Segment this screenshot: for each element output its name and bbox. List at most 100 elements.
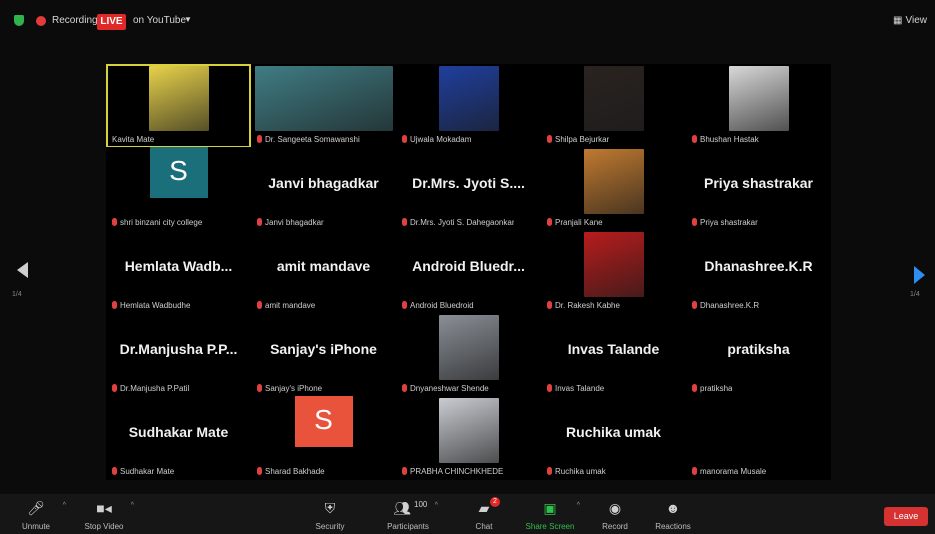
participant-tile[interactable]: Priya shastrakar Priya shastrakar xyxy=(686,147,831,231)
participant-name: Dr. Sangeeta Somawanshi xyxy=(265,135,360,144)
security-button[interactable]: ⛨ Security xyxy=(298,494,362,534)
participant-tile[interactable]: Dr. Sangeeta Somawanshi xyxy=(251,64,396,148)
participant-name-label: Ruchika umak xyxy=(547,467,606,476)
page-indicator-left: 1/4 xyxy=(12,291,22,298)
meeting-toolbar: 🎤︎ ^ Unmute ■◂ ^ Stop Video ⛨ Security 👥… xyxy=(0,494,935,534)
participant-name: Sudhakar Mate xyxy=(120,467,175,476)
muted-microphone-icon xyxy=(112,384,117,392)
participant-name: Hemlata Wadbudhe xyxy=(120,301,191,310)
chevron-up-icon[interactable]: ^ xyxy=(435,502,438,509)
chevron-up-icon[interactable]: ^ xyxy=(577,502,580,509)
participant-tile[interactable]: Shilpa Bejurkar xyxy=(541,64,686,148)
participant-tile[interactable]: Sanjay's iPhone Sanjay's iPhone xyxy=(251,313,396,397)
previous-page-arrow-icon[interactable] xyxy=(17,262,28,278)
participant-tile[interactable]: Dr. Rakesh Kabhe xyxy=(541,230,686,314)
participant-name: Priya shastrakar xyxy=(700,218,758,227)
participant-video xyxy=(583,232,644,297)
participant-name-label: Dnyaneshwar Shende xyxy=(402,384,489,393)
participant-display-name: Sudhakar Mate xyxy=(128,424,229,440)
participant-tile[interactable]: Sshri binzani city college xyxy=(106,147,251,231)
participant-tile[interactable]: Invas Talande Invas Talande xyxy=(541,313,686,397)
stop-video-button[interactable]: ■◂ ^ Stop Video xyxy=(72,494,136,534)
participant-name: Dr.Manjusha P.Patil xyxy=(120,384,190,393)
muted-microphone-icon xyxy=(112,218,117,226)
participant-tile[interactable]: Ruchika umak Ruchika umak xyxy=(541,396,686,480)
muted-microphone-icon xyxy=(112,301,117,309)
participant-display-name: Priya shastrakar xyxy=(704,175,813,191)
participant-name: shri binzani city college xyxy=(120,218,203,227)
share-screen-button[interactable]: ▣ ^ Share Screen xyxy=(518,494,582,534)
participant-name: Ruchika umak xyxy=(555,467,606,476)
participant-tile[interactable]: amit mandave amit mandave xyxy=(251,230,396,314)
next-page-arrow-icon[interactable] xyxy=(914,266,925,284)
participant-name-label: Priya shastrakar xyxy=(692,218,758,227)
participant-tile[interactable]: Bhushan Hastak xyxy=(686,64,831,148)
recording-label[interactable]: Recording xyxy=(52,15,98,26)
participant-name-label: Sanjay's iPhone xyxy=(257,384,322,393)
participant-tile[interactable]: Dhanashree.K.R Dhanashree.K.R xyxy=(686,230,831,314)
unmute-button[interactable]: 🎤︎ ^ Unmute xyxy=(4,494,68,534)
participant-name-label: Dhanashree.K.R xyxy=(692,301,759,310)
chat-label: Chat xyxy=(475,522,493,531)
participant-tile[interactable]: Android Bluedr... Android Bluedroid xyxy=(396,230,541,314)
participant-name: pratiksha xyxy=(700,384,733,393)
muted-microphone-icon xyxy=(547,135,552,143)
shield-icon: ⛨ xyxy=(324,500,336,516)
participant-name-label: manorama Musale xyxy=(692,467,766,476)
muted-microphone-icon xyxy=(692,384,697,392)
participant-tile[interactable]: pratiksha pratiksha xyxy=(686,313,831,397)
chevron-up-icon[interactable]: ^ xyxy=(63,502,66,509)
participant-tile[interactable]: Dr.Mrs. Jyoti S.... Dr.Mrs. Jyoti S. Dahe… xyxy=(396,147,541,231)
security-shield-icon[interactable] xyxy=(14,15,24,26)
view-button[interactable]: ▦ View xyxy=(893,15,927,26)
participant-tile[interactable]: Janvi bhagadkar Janvi bhagadkar xyxy=(251,147,396,231)
participant-name: Janvi bhagadkar xyxy=(265,218,324,227)
muted-microphone-icon xyxy=(257,218,262,226)
participant-name: Sharad Bakhade xyxy=(265,467,325,476)
reactions-button[interactable]: ☻ Reactions xyxy=(641,494,705,534)
participant-name: Ujwala Mokadam xyxy=(410,135,472,144)
participant-video xyxy=(254,66,393,131)
record-icon: ◉ xyxy=(608,500,622,516)
participant-video xyxy=(438,315,499,380)
participant-name-label: amit mandave xyxy=(257,301,315,310)
stream-destination-label[interactable]: on YouTube xyxy=(133,15,186,26)
live-badge[interactable]: LIVE xyxy=(97,14,126,30)
participant-display-name: Android Bluedr... xyxy=(412,258,525,274)
stop-video-label: Stop Video xyxy=(84,522,124,531)
participant-avatar: S xyxy=(149,147,208,198)
muted-microphone-icon xyxy=(257,301,262,309)
participants-button[interactable]: 👥︎ 100 ^ Participants xyxy=(376,494,440,534)
participant-tile[interactable]: Pranjali Kane xyxy=(541,147,686,231)
participant-name: PRABHA CHINCHKHEDE xyxy=(410,467,504,476)
chat-unread-badge: 2 xyxy=(490,497,500,507)
participant-tile[interactable]: Hemlata Wadb... Hemlata Wadbudhe xyxy=(106,230,251,314)
participant-name: Android Bluedroid xyxy=(410,301,474,310)
participant-name: amit mandave xyxy=(265,301,316,310)
participant-tile[interactable]: Sudhakar Mate Sudhakar Mate xyxy=(106,396,251,480)
muted-microphone-icon xyxy=(257,384,262,392)
chevron-up-icon[interactable]: ^ xyxy=(131,502,134,509)
muted-microphone-icon xyxy=(692,467,697,475)
muted-microphone-icon xyxy=(547,384,552,392)
participant-name-label: pratiksha xyxy=(692,384,732,393)
muted-microphone-icon xyxy=(547,218,552,226)
participant-display-name: Ruchika umak xyxy=(566,424,661,440)
participant-name-label: Dr.Manjusha P.Patil xyxy=(112,384,189,393)
participant-tile[interactable]: Dnyaneshwar Shende xyxy=(396,313,541,397)
participant-tile[interactable]: manorama Musale xyxy=(686,396,831,480)
record-button[interactable]: ◉ Record xyxy=(583,494,647,534)
muted-microphone-icon xyxy=(402,467,407,475)
participant-tile[interactable]: Kavita Mate xyxy=(106,64,251,148)
participant-name: Dhanashree.K.R xyxy=(700,301,760,310)
recording-icon[interactable] xyxy=(36,16,46,26)
participant-tile[interactable]: Ujwala Mokadam xyxy=(396,64,541,148)
participant-tile[interactable]: S Sharad Bakhade xyxy=(251,396,396,480)
muted-microphone-icon xyxy=(257,135,262,143)
participant-tile[interactable]: Dr.Manjusha P.P... Dr.Manjusha P.Patil xyxy=(106,313,251,397)
chat-button[interactable]: ▰ 2 Chat xyxy=(452,494,516,534)
chevron-down-icon[interactable]: ▼ xyxy=(184,15,192,24)
participant-video xyxy=(438,398,499,463)
participant-tile[interactable]: PRABHA CHINCHKHEDE xyxy=(396,396,541,480)
leave-button[interactable]: Leave xyxy=(884,507,928,526)
